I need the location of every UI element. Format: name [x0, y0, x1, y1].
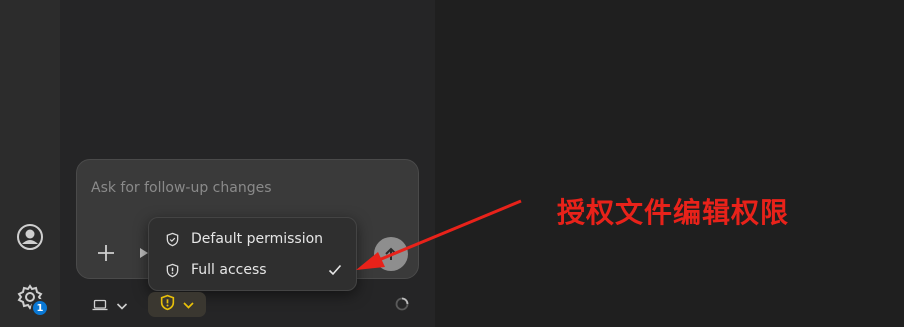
annotation-arrow — [356, 199, 522, 270]
annotation-label: 授权文件编辑权限 — [557, 196, 790, 229]
